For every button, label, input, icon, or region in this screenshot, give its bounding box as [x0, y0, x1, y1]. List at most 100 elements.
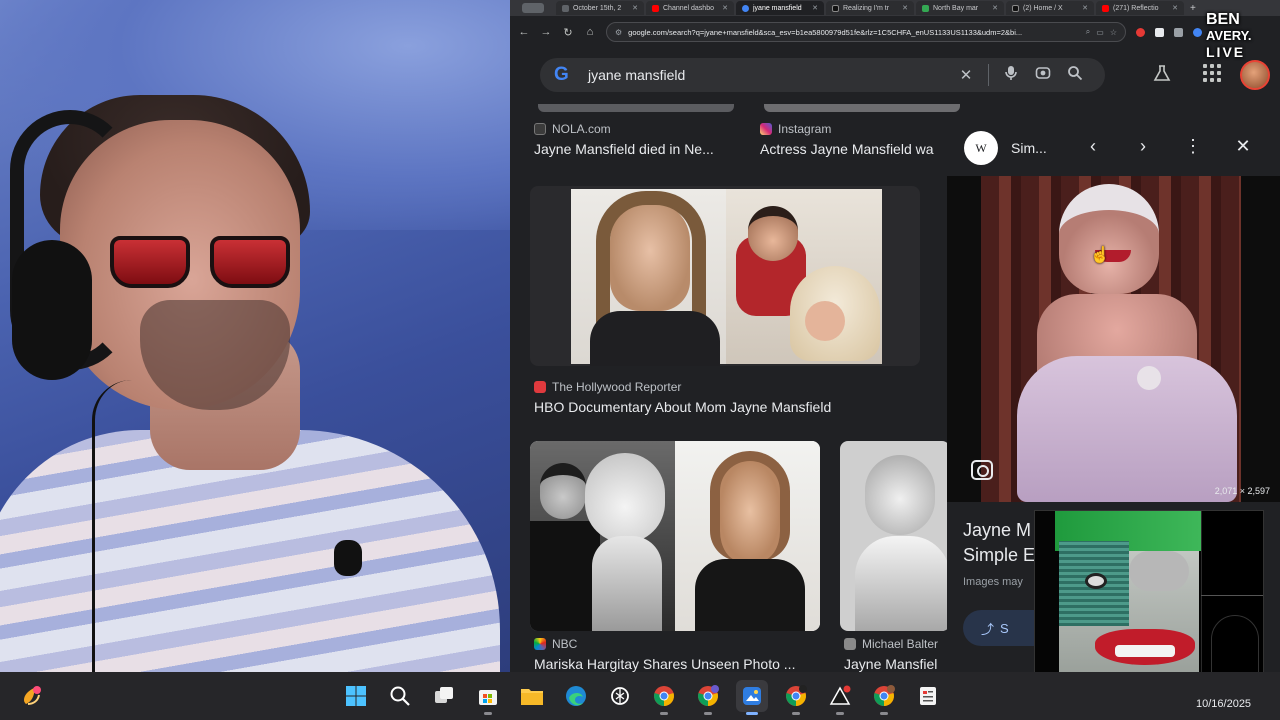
zoom-icon[interactable]: ⌕	[1086, 27, 1090, 37]
edge-browser-icon[interactable]	[560, 680, 592, 712]
cast-icon[interactable]: ▭	[1096, 28, 1104, 37]
extension-icon[interactable]	[1193, 27, 1202, 37]
widgets-icon[interactable]	[18, 682, 46, 710]
tab-0[interactable]: October 15th, 2 ✕	[556, 1, 644, 15]
brand-line: AVERY.	[1206, 28, 1252, 43]
extension-icon[interactable]	[1136, 27, 1145, 37]
task-view-icon[interactable]	[428, 680, 460, 712]
lapel-mic	[334, 540, 362, 576]
source-label: Instagram	[778, 122, 832, 136]
tab-6[interactable]: (271) Reflectio ✕	[1096, 1, 1184, 15]
close-icon[interactable]: ✕	[722, 4, 728, 12]
clear-icon[interactable]: ✕	[950, 66, 982, 84]
taskbar: 10/16/2025	[0, 672, 1280, 720]
new-tab-icon[interactable]: +	[1190, 3, 1196, 14]
file-explorer-icon[interactable]	[516, 680, 548, 712]
back-arrow-icon[interactable]: ←	[518, 26, 530, 38]
reload-icon[interactable]: ↻	[562, 26, 574, 39]
webcam-feed	[0, 0, 510, 672]
close-icon[interactable]: ✕	[1082, 4, 1088, 12]
brand-logo: BEN AVERY. LIVE	[1206, 12, 1262, 68]
result-source: Michael Balter	[844, 637, 938, 651]
bookmark-star-icon[interactable]: ☆	[1110, 28, 1117, 37]
tab-title: (2) Home / X	[1023, 4, 1063, 12]
image-dimensions: 2,071 × 2,597	[1214, 486, 1270, 496]
recording-app-icon[interactable]	[824, 680, 856, 715]
chevron-right-icon[interactable]: ›	[1131, 136, 1155, 157]
sunglasses	[110, 232, 300, 292]
microphone-icon[interactable]	[995, 65, 1027, 85]
tab-5[interactable]: (2) Home / X ✕	[1006, 1, 1094, 15]
search-box[interactable]: G jyane mansfield ✕	[540, 58, 1105, 92]
search-icon[interactable]	[1059, 65, 1091, 85]
share-icon: ⤴	[981, 621, 995, 637]
labs-flask-icon[interactable]	[1153, 64, 1171, 87]
chrome-icon[interactable]	[648, 680, 680, 715]
chrome-profile-icon[interactable]	[780, 680, 812, 715]
result-title[interactable]: HBO Documentary About Mom Jayne Mansfiel…	[534, 399, 934, 415]
tab-4[interactable]: North Bay mar ✕	[916, 1, 1004, 15]
tab-title: (271) Reflectio	[1113, 4, 1159, 12]
source-label: NOLA.com	[552, 122, 611, 136]
google-g-icon: G	[554, 64, 569, 85]
tab-2[interactable]: jyane mansfield ✕	[736, 1, 824, 15]
browser-toolbar: ← → ↻ ⌂ ⚙ google.com/search?q=jyane+mans…	[510, 16, 1280, 48]
tab-title: October 15th, 2	[573, 4, 622, 12]
source-label: The Hollywood Reporter	[552, 380, 682, 394]
tab-1[interactable]: Channel dashbo ✕	[646, 1, 734, 15]
preview-image[interactable]: 2,071 × 2,597	[947, 176, 1280, 502]
microsoft-store-icon[interactable]	[472, 680, 504, 715]
camera-lens-icon[interactable]	[1027, 65, 1059, 85]
site-info-icon[interactable]: ⚙	[615, 28, 622, 37]
chrome-profile-icon[interactable]	[868, 680, 900, 715]
source-label: NBC	[552, 637, 578, 651]
forward-arrow-icon[interactable]: →	[540, 26, 552, 38]
start-windows-icon[interactable]	[340, 680, 372, 712]
tab-3[interactable]: Realizing I'm tr ✕	[826, 1, 914, 15]
close-icon[interactable]: ✕	[812, 4, 818, 12]
cropped-thumbnails-row	[538, 104, 960, 112]
extension-icon[interactable]	[1155, 27, 1164, 37]
close-icon[interactable]: ✕	[632, 4, 638, 12]
brand-line: LIVE	[1206, 44, 1246, 60]
hollywood-reporter-favicon	[534, 381, 546, 393]
tab-favicon	[832, 4, 839, 12]
brand-line: BEN	[1206, 11, 1240, 28]
home-icon[interactable]: ⌂	[584, 26, 596, 38]
tab-favicon	[652, 4, 659, 12]
panel-source-title[interactable]: Sim...	[1011, 140, 1047, 156]
result-title[interactable]: Jayne Mansfield died in Ne...	[534, 141, 734, 157]
close-icon[interactable]: ✕	[902, 4, 908, 12]
result-thumbnail[interactable]	[840, 441, 950, 631]
close-icon[interactable]: ✕	[1231, 136, 1255, 157]
extension-icon[interactable]	[1174, 27, 1183, 37]
nola-favicon	[534, 123, 546, 135]
taskbar-apps	[340, 680, 944, 715]
close-icon[interactable]: ✕	[992, 4, 998, 12]
tab-title: Channel dashbo	[663, 4, 714, 12]
tab-favicon	[1102, 4, 1109, 12]
chrome-profile-icon[interactable]	[692, 680, 724, 715]
notes-app-icon[interactable]	[912, 680, 944, 712]
instagram-favicon	[760, 123, 772, 135]
search-input[interactable]: jyane mansfield	[588, 67, 950, 83]
tab-overview-icon[interactable]	[522, 3, 544, 13]
close-icon[interactable]: ✕	[1172, 4, 1178, 12]
panel-subtext: Images may	[963, 576, 1023, 588]
lens-search-icon[interactable]	[971, 460, 993, 480]
more-vert-icon[interactable]: ⋮	[1181, 136, 1205, 157]
result-thumbnail[interactable]	[530, 186, 920, 366]
result-thumbnail[interactable]	[530, 441, 820, 631]
address-bar[interactable]: ⚙ google.com/search?q=jyane+mansfield&sc…	[606, 22, 1126, 42]
tab-title: Realizing I'm tr	[843, 4, 890, 12]
address-url: google.com/search?q=jyane+mansfield&sca_…	[628, 27, 1023, 37]
photo-editor-icon[interactable]	[736, 680, 768, 715]
result-title[interactable]: Mariska Hargitay Shares Unseen Photo ...	[534, 656, 814, 672]
search-icon[interactable]	[384, 680, 416, 712]
result-title[interactable]: Actress Jayne Mansfield wa	[760, 141, 950, 157]
chevron-left-icon[interactable]: ‹	[1081, 136, 1105, 157]
tab-favicon	[562, 4, 569, 12]
result-title[interactable]: Jayne Mansfiel	[844, 656, 950, 672]
divider	[988, 64, 989, 86]
chatgpt-icon[interactable]	[604, 680, 636, 712]
